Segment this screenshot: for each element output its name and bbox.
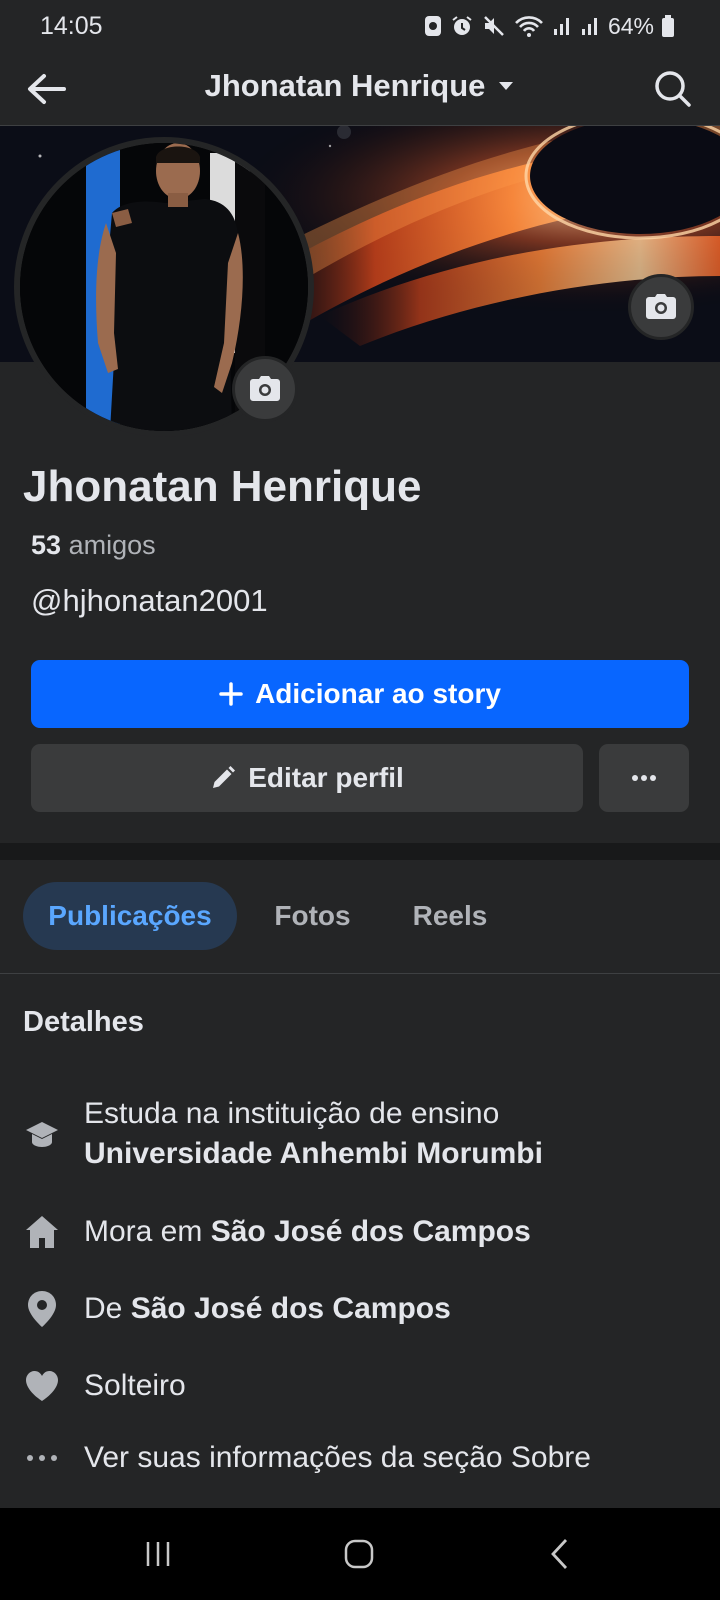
plus-icon [219,682,243,706]
detail-from-prefix: De [84,1292,131,1325]
tab-fotos[interactable]: Fotos [255,882,370,950]
alarm-icon [452,16,472,35]
system-nav-bar [0,1508,720,1600]
location-pin-icon [22,1289,62,1329]
detail-from-text: De São José dos Campos [84,1289,451,1329]
detail-education-prefix: Estuda na instituição de ensino [84,1097,500,1130]
tab-publicacoes[interactable]: Publicações [23,882,237,950]
edit-profile-label: Editar perfil [248,762,404,793]
detail-relationship[interactable]: Solteiro [0,1366,720,1406]
header-title-wrap: Jhonatan Henrique [0,68,720,104]
detail-education-text: Estuda na instituição de ensino Universi… [84,1094,543,1174]
home-icon [22,1212,62,1252]
detail-relationship-text: Solteiro [84,1369,186,1402]
search-button[interactable] [650,66,696,112]
camera-icon [646,294,676,319]
detail-from-value: São José dos Campos [130,1292,451,1325]
status-icons: 64% [424,12,674,40]
mute-icon [484,16,504,36]
wifi-icon [515,16,543,37]
detail-education-value: Universidade Anhembi Morumbi [84,1137,543,1170]
search-icon [655,71,691,107]
notification-icon [424,16,441,36]
graduation-cap-icon [22,1114,62,1154]
home-button[interactable] [329,1526,389,1582]
detail-lives-in-prefix: Mora em [84,1215,211,1248]
recent-apps-icon [146,1542,170,1566]
detail-from[interactable]: De São José dos Campos [0,1289,720,1329]
edit-cover-button[interactable] [628,274,694,340]
detail-lives-in[interactable]: Mora em São José dos Campos [0,1212,720,1252]
more-options-button[interactable] [599,744,689,812]
friends-label: amigos [68,530,156,560]
detail-lives-in-text: Mora em São José dos Campos [84,1212,531,1252]
camera-icon [250,376,280,401]
status-time: 14:05 [40,12,103,40]
battery-level: 64% [607,12,654,39]
battery-icon [662,15,674,37]
system-back-button[interactable] [530,1526,590,1582]
more-dots-icon [22,1438,62,1478]
caret-down-icon [499,82,514,90]
add-to-story-label: Adicionar ao story [255,678,501,709]
signal-icon [581,18,597,35]
section-separator [0,843,720,860]
detail-education[interactable]: Estuda na instituição de ensino Universi… [0,1094,720,1174]
details-title: Detalhes [23,1006,144,1038]
pencil-icon [213,766,236,788]
more-dots-icon [632,775,656,781]
friends-count[interactable]: 53 amigos [31,530,156,561]
add-to-story-button[interactable]: Adicionar ao story [31,660,689,728]
signal-icon [553,18,569,35]
tab-reels[interactable]: Reels [390,882,510,950]
profile-switcher[interactable]: Jhonatan Henrique [205,68,516,104]
username: @hjhonatan2001 [31,583,268,618]
detail-lives-in-value: São José dos Campos [210,1215,531,1248]
status-bar: 14:05 64% [0,0,720,52]
profile-name: Jhonatan Henrique [23,462,422,511]
friends-number: 53 [31,530,62,560]
recent-apps-button[interactable] [128,1526,188,1582]
header-title: Jhonatan Henrique [204,68,486,103]
app-header: Jhonatan Henrique [0,52,720,126]
heart-icon [22,1366,62,1406]
chevron-left-icon [551,1539,568,1569]
home-circle-icon [344,1539,374,1569]
profile-tabs: Publicações Fotos Reels [0,860,720,974]
detail-see-about-text: Ver suas informações da seção Sobre [84,1441,591,1474]
detail-see-about[interactable]: Ver suas informações da seção Sobre [0,1438,720,1478]
edit-profile-picture-button[interactable] [232,356,298,422]
edit-profile-button[interactable]: Editar perfil [31,744,583,812]
